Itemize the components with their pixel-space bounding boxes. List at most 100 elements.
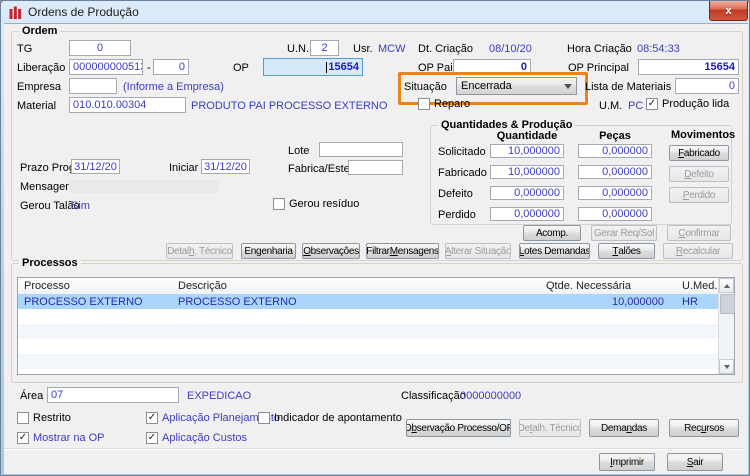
scrollbar-thumb[interactable] xyxy=(720,294,735,314)
liberacao-seq-field[interactable]: 0 xyxy=(153,59,189,75)
col-umed: U.Med. xyxy=(682,280,718,292)
taloes-button[interactable]: Talões xyxy=(598,243,655,259)
producao-lida-checkbox[interactable]: Produção lida xyxy=(646,98,729,110)
checkbox-box xyxy=(146,412,158,424)
window-title: Ordens de Produção xyxy=(28,5,139,19)
restrito-checkbox[interactable]: Restrito xyxy=(17,412,71,424)
movimento-perdido-button[interactable]: Perdido xyxy=(669,187,729,203)
mostrar-na-op-checkbox[interactable]: Mostrar na OP xyxy=(17,432,105,444)
movimento-fabricado-button[interactable]: Fabricado xyxy=(669,145,729,161)
movimento-defeito-button[interactable]: Defeito xyxy=(669,166,729,182)
prazo-field[interactable]: 31/12/20 xyxy=(71,159,120,174)
checkbox-box xyxy=(646,98,658,110)
close-button[interactable]: x xyxy=(709,1,748,21)
situacao-select[interactable]: Encerrada xyxy=(456,77,577,95)
perdido-quantidade-field[interactable]: 0,000000 xyxy=(490,207,564,221)
material-field[interactable]: 010.010.00304 xyxy=(69,97,186,113)
cell-umed: HR xyxy=(682,295,698,308)
defeito-label: Defeito xyxy=(438,188,473,200)
hora-criacao-label: Hora Criação xyxy=(567,43,632,55)
recalcular-button[interactable]: Recalcular xyxy=(663,243,733,259)
observacoes-button[interactable]: Observações xyxy=(302,243,360,259)
um-label: U.M. xyxy=(599,100,623,112)
fabrica-esteira-field[interactable] xyxy=(348,160,403,175)
op-pai-label: OP Pai xyxy=(418,62,453,74)
classificacao-value: 0000000000 xyxy=(460,390,522,402)
tg-label: TG xyxy=(17,43,33,55)
op-principal-field[interactable]: 15654 xyxy=(638,59,739,75)
iniciar-label: Iniciar xyxy=(169,162,199,174)
defeito-quantidade-field[interactable]: 0,000000 xyxy=(490,186,564,200)
footer-separator xyxy=(4,448,746,450)
liberacao-field[interactable]: 000000000513 xyxy=(69,59,143,75)
alterar-situacao-button[interactable]: Alterar Situação xyxy=(445,243,511,259)
demandas-button[interactable]: Dema n das xyxy=(589,419,659,437)
quantidade-column-header: Quantidade xyxy=(496,130,558,142)
checkbox-box xyxy=(17,432,29,444)
processos-table-header: Processo Descrição Qtde. Necessária U.Me… xyxy=(18,278,734,295)
fabricado-pecas-field[interactable]: 0,000000 xyxy=(578,165,652,179)
area-label: Área xyxy=(20,390,44,402)
aplicacao-custos-checkbox[interactable]: Aplicação Custos xyxy=(146,432,247,444)
indicador-apontamento-checkbox[interactable]: Indicador de apontamento xyxy=(258,412,402,424)
un-label: U.N. xyxy=(287,43,309,55)
confirmar-button[interactable]: Confirmar xyxy=(667,225,731,241)
recursos-button[interactable]: Rec u rsos xyxy=(669,419,739,437)
ordem-group-label: Ordem xyxy=(19,25,61,37)
material-label: Material xyxy=(17,100,57,112)
gerou-residuo-checkbox[interactable]: Gerou resíduo xyxy=(273,198,359,210)
mensagem-label: Mensagem xyxy=(20,181,75,193)
mensagem-field xyxy=(69,180,219,193)
col-qtde-necessaria: Qtde. Necessária xyxy=(546,280,631,292)
ordens-de-producao-window: Ordens de Produção x Ordem TG 0 U.N. 2 U… xyxy=(0,0,750,476)
solicitado-pecas-field[interactable]: 0,000000 xyxy=(578,144,652,158)
processos-table: Processo Descrição Qtde. Necessária U.Me… xyxy=(17,277,735,375)
reparo-checkbox[interactable]: Reparo xyxy=(418,98,470,110)
processos-group-label: Processos xyxy=(19,257,81,269)
perdido-pecas-field[interactable]: 0,000000 xyxy=(578,207,652,221)
imprimir-button[interactable]: Imprimir xyxy=(599,453,655,471)
gerar-req-sol-button[interactable]: Gerar Req/Sol xyxy=(591,225,657,241)
lotes-demandas-button[interactable]: Lotes Demandas xyxy=(519,243,590,259)
solicitado-quantidade-field[interactable]: 10,000000 xyxy=(490,144,564,158)
perdido-label: Perdido xyxy=(438,209,476,221)
title-bar: Ordens de Produção xyxy=(1,1,749,23)
table-scrollbar[interactable] xyxy=(718,278,735,374)
op-principal-label: OP Principal xyxy=(568,62,629,74)
op-pai-field[interactable]: 0 xyxy=(453,59,531,75)
detalh-tecnico-processo-button[interactable]: Detalh. Técnico xyxy=(519,419,581,437)
checkbox-box xyxy=(258,412,270,424)
col-processo: Processo xyxy=(24,280,70,292)
sair-button[interactable]: Sair xyxy=(667,453,723,471)
app-icon xyxy=(9,6,22,19)
material-description: PRODUTO PAI PROCESSO EXTERNO xyxy=(191,100,388,112)
fabricado-label: Fabricado xyxy=(438,167,487,179)
checkbox-box xyxy=(17,412,29,424)
empresa-field[interactable] xyxy=(69,78,117,94)
tg-field[interactable]: 0 xyxy=(69,40,131,56)
defeito-pecas-field[interactable]: 0,000000 xyxy=(578,186,652,200)
un-field[interactable]: 2 xyxy=(310,40,339,56)
usr-value: MCW xyxy=(378,43,406,55)
lista-materiais-label: Lista de Materiais xyxy=(585,81,672,93)
engenharia-button[interactable]: Engenharia xyxy=(241,243,296,259)
empresa-hint-link[interactable]: (Informe a Empresa) xyxy=(123,81,224,93)
processo-row-selected[interactable]: PROCESSO EXTERNO PROCESSO EXTERNO 10,000… xyxy=(18,294,718,309)
chevron-down-icon xyxy=(564,83,572,89)
fabricado-quantidade-field[interactable]: 10,000000 xyxy=(490,165,564,179)
lote-label: Lote xyxy=(288,145,310,157)
um-value: PC xyxy=(628,100,644,112)
detalh-tecnico-button[interactable]: Detal h. Técnico xyxy=(166,243,233,259)
lote-field[interactable] xyxy=(319,142,403,157)
iniciar-field[interactable]: 31/12/20 xyxy=(201,159,250,174)
lista-materiais-field[interactable]: 0 xyxy=(675,78,739,94)
area-field[interactable]: 07 xyxy=(47,387,179,403)
acomp-button[interactable]: Acomp. xyxy=(523,225,581,241)
scroll-down-icon[interactable] xyxy=(719,359,734,374)
op-field[interactable]: 15654 xyxy=(263,58,363,76)
filtrar-mensagens-button[interactable]: Filtrar Mensagens xyxy=(366,243,439,259)
empty-rows-area xyxy=(18,309,718,374)
situacao-label: Situação xyxy=(404,81,447,93)
scroll-up-icon[interactable] xyxy=(719,278,734,293)
observacao-processo-op-button[interactable]: Observação Processo/OP xyxy=(406,419,511,437)
